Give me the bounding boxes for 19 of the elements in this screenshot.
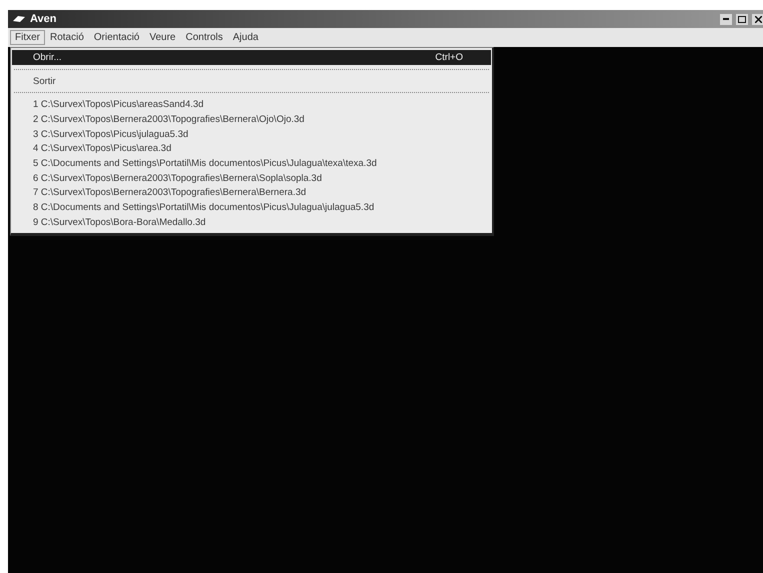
window-title: Aven: [30, 13, 58, 25]
menu-item[interactable]: Veure: [144, 30, 181, 45]
menu-entry[interactable]: 2 C:\Survex\Topos\Bernera2003\Topografies\Bernera\Ojo\Ojo.3d: [12, 112, 491, 127]
menu-entry[interactable]: 5 C:\Documents and Settings\Portatil\Mis documentos\Picus\Julagua\texa\texa.3d: [12, 156, 491, 171]
menu-item[interactable]: Rotació: [45, 30, 89, 45]
menu-entry[interactable]: Sortir: [12, 74, 491, 88]
shortcut-label: Ctrl+O: [435, 52, 463, 63]
menu-item[interactable]: Ajuda: [228, 30, 264, 45]
menu-entry[interactable]: 4 C:\Survex\Topos\Picus\area.3d: [12, 141, 491, 156]
menu-entry[interactable]: 1 C:\Survex\Topos\Picus\areasSand4.3d: [12, 97, 491, 112]
menu-entry[interactable]: Obrir... Ctrl+O: [12, 50, 491, 65]
menu-entry[interactable]: 6 C:\Survex\Topos\Bernera2003\Topografies\Bernera\Sopla\sopla.3d: [12, 170, 491, 186]
menu-item[interactable]: Orientació: [88, 30, 144, 45]
menu-item[interactable]: Controls: [180, 30, 228, 45]
menu-entry[interactable]: 9 C:\Survex\Topos\Bora-Bora\Medallo.3d: [12, 214, 491, 230]
menu-entry[interactable]: 8 C:\Documents and Settings\Portatil\Mis documentos\Picus\Julagua\julagua5.3d: [12, 200, 491, 215]
menu-entry[interactable]: 7 C:\Survex\Topos\Bernera2003\Topografies\Bernera\Bernera.3d: [12, 186, 491, 200]
menu-item[interactable]: Fitxer: [10, 30, 45, 45]
menu-entry[interactable]: 3 C:\Survex\Topos\Picus\julagua5.3d: [12, 126, 491, 142]
